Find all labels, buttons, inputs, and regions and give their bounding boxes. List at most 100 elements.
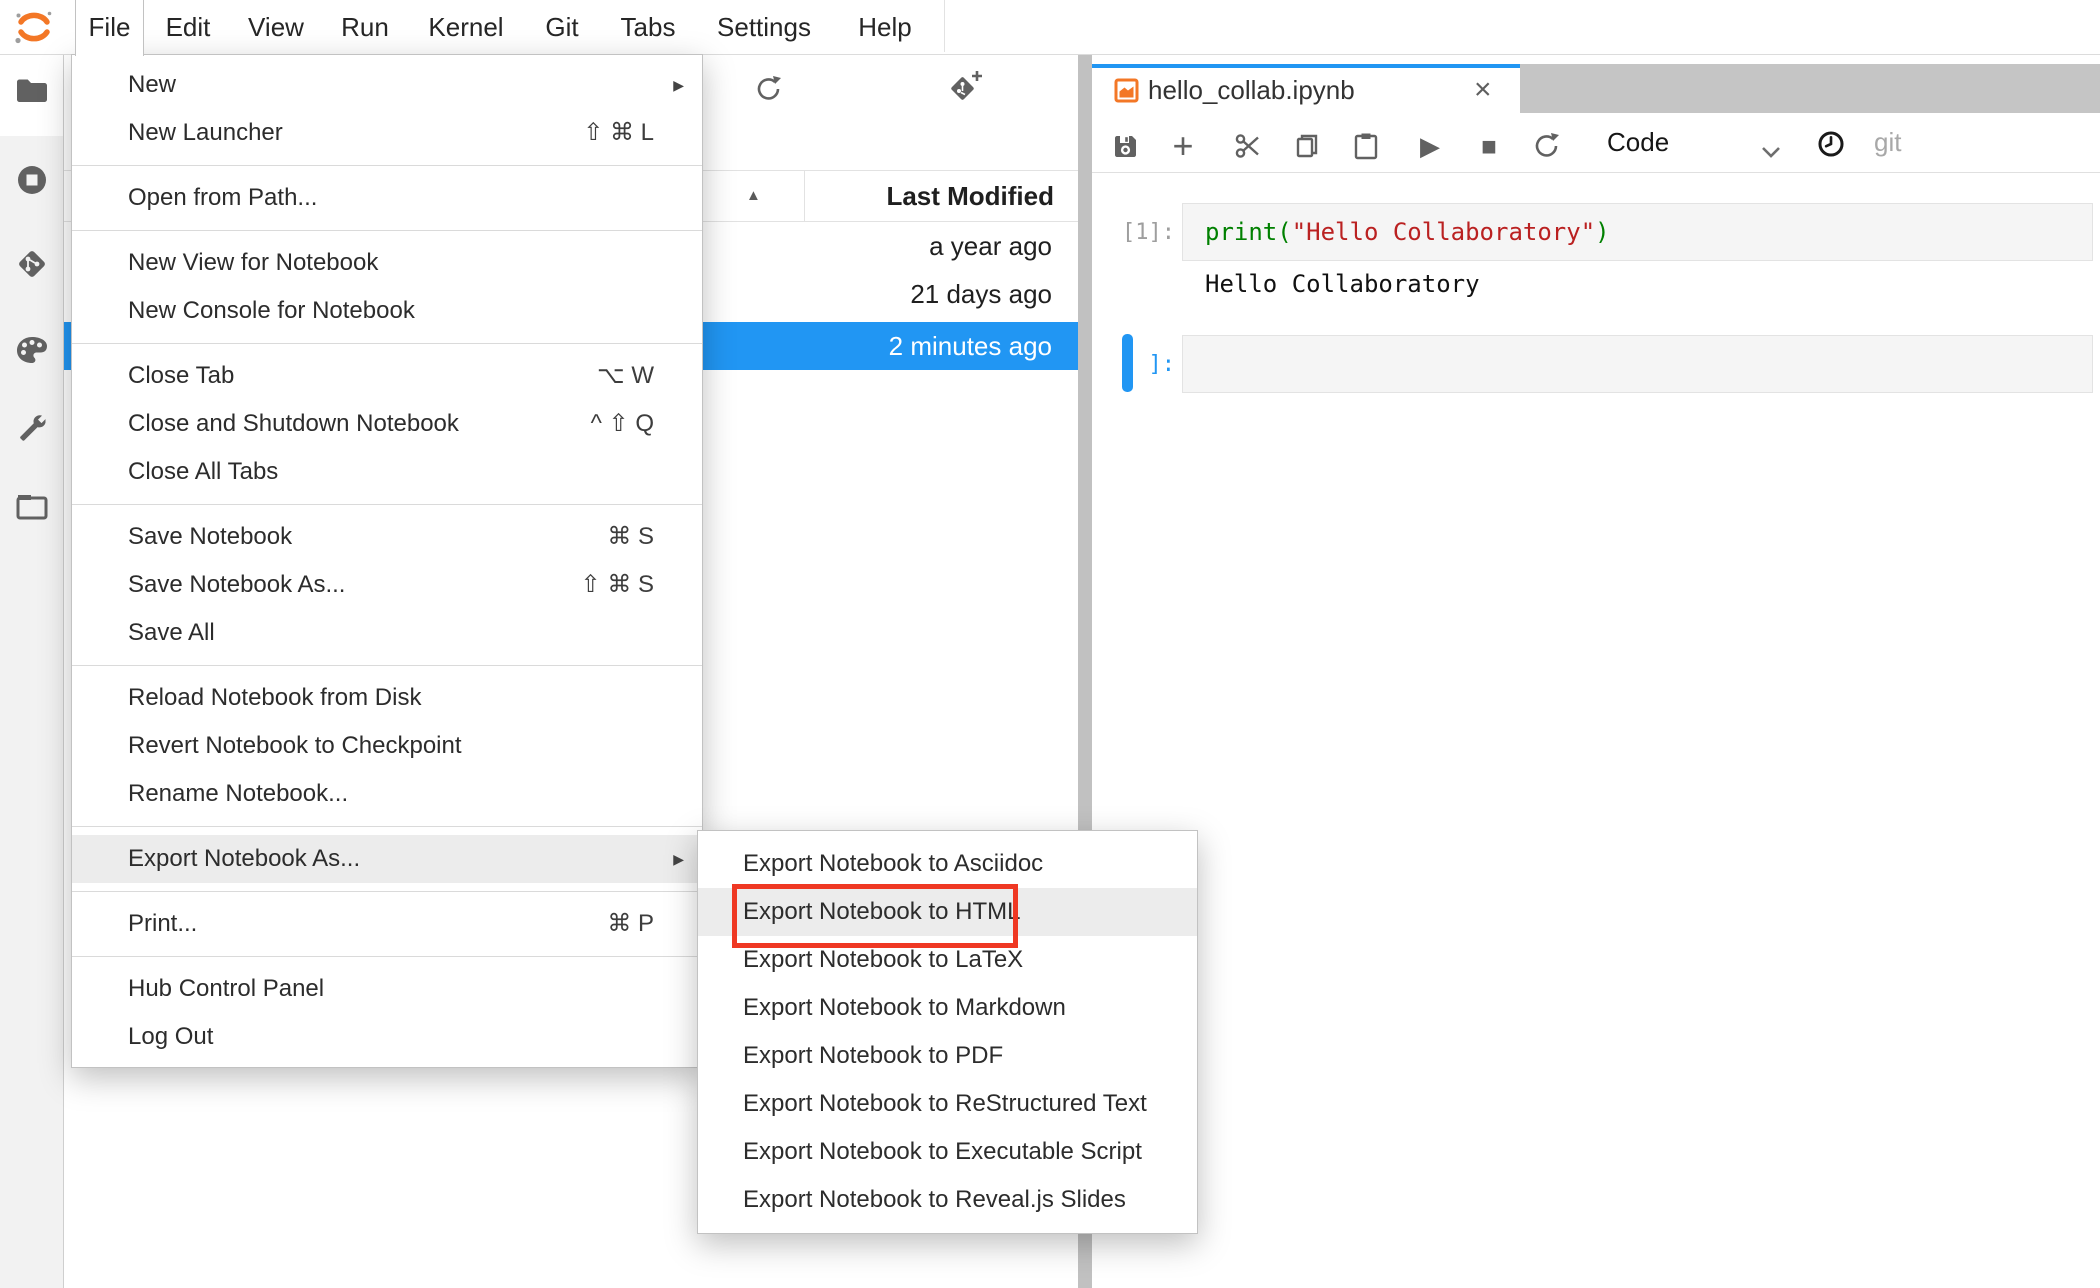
menu-item-label: New Console for Notebook (128, 297, 415, 324)
menu-help[interactable]: Help (858, 0, 911, 54)
menu-item-close-all-tabs[interactable]: Close All Tabs (72, 448, 702, 496)
menu-item-label: Close and Shutdown Notebook (128, 410, 459, 437)
menu-item-label: Hub Control Panel (128, 975, 324, 1002)
run-cell-icon[interactable]: ▶ (1415, 130, 1445, 162)
menu-item-print[interactable]: Print...⌘ P (72, 900, 702, 948)
git-status-label: git (1874, 113, 1901, 173)
submenu-arrow-icon: ▶ (673, 61, 684, 109)
menu-item-label: Save Notebook (128, 523, 292, 550)
menu-item-export-notebook-as[interactable]: Export Notebook As... ▶ (72, 835, 702, 883)
cell-execution-prompt: [1]: (1092, 203, 1175, 261)
empty-code-cell-input[interactable] (1182, 335, 2093, 393)
menu-shortcut: ⌘ P (607, 900, 654, 948)
restart-kernel-icon[interactable] (1532, 130, 1562, 162)
submenu-item-export-markdown[interactable]: Export Notebook to Markdown (698, 984, 1197, 1032)
notebook-tab[interactable]: hello_collab.ipynb × (1092, 64, 1520, 113)
stop-kernel-icon[interactable]: ■ (1474, 130, 1504, 162)
notebook-file-icon (1114, 78, 1139, 103)
refresh-file-list-icon[interactable] (754, 74, 784, 109)
menu-item-rename-notebook[interactable]: Rename Notebook... (72, 770, 702, 818)
code-cell-input[interactable]: print("Hello Collaboratory") (1182, 203, 2093, 261)
code-function: print (1205, 218, 1277, 246)
git-sidebar-icon[interactable] (0, 246, 63, 282)
command-palette-icon[interactable] (0, 335, 63, 365)
save-icon[interactable] (1110, 130, 1140, 162)
file-menu-dropdown: New▶ New Launcher⇧ ⌘ L Open from Path...… (71, 54, 703, 1068)
menu-item-label: Export Notebook As... (128, 845, 360, 872)
active-cell-collapser[interactable] (1122, 334, 1133, 392)
menu-item-new-view[interactable]: New View for Notebook (72, 239, 702, 287)
tab-bar-empty-area (1520, 64, 2100, 113)
submenu-item-export-revealjs-slides[interactable]: Export Notebook to Reveal.js Slides (698, 1176, 1197, 1224)
code-line: print("Hello Collaboratory") (1183, 204, 2092, 260)
menu-separator (72, 230, 702, 231)
menu-separator (72, 165, 702, 166)
jupyterhub-logo-icon (12, 5, 56, 49)
menu-item-label: New View for Notebook (128, 249, 378, 276)
menu-item-close-and-shutdown[interactable]: Close and Shutdown Notebook ^ ⇧ Q (72, 400, 702, 448)
annotation-highlight-box (732, 884, 1018, 948)
submenu-item-export-asciidoc[interactable]: Export Notebook to Asciidoc (698, 840, 1197, 888)
menu-shortcut: ⇧ ⌘ S (581, 561, 654, 609)
menu-separator (72, 956, 702, 957)
menu-item-log-out[interactable]: Log Out (72, 1013, 702, 1061)
menu-item-new-launcher[interactable]: New Launcher⇧ ⌘ L (72, 109, 702, 157)
menu-item-save-all[interactable]: Save All (72, 609, 702, 657)
menu-separator (72, 826, 702, 827)
sort-ascending-icon[interactable]: ▲ (746, 170, 761, 222)
copy-cells-icon[interactable] (1292, 130, 1322, 162)
submenu-item-export-restructured-text[interactable]: Export Notebook to ReStructured Text (698, 1080, 1197, 1128)
code-paren-close: ) (1595, 218, 1609, 246)
menu-git[interactable]: Git (545, 0, 578, 54)
property-inspector-icon[interactable] (0, 414, 63, 448)
menu-item-close-tab[interactable]: Close Tab⌥ W (72, 352, 702, 400)
tab-title: hello_collab.ipynb (1148, 68, 1355, 113)
menu-item-hub-control-panel[interactable]: Hub Control Panel (72, 965, 702, 1013)
running-kernels-icon[interactable] (0, 163, 63, 197)
add-cell-icon[interactable]: + (1168, 130, 1198, 162)
menu-item-new[interactable]: New▶ (72, 61, 702, 109)
menu-kernel[interactable]: Kernel (428, 0, 503, 54)
menu-settings[interactable]: Settings (717, 0, 811, 54)
left-sidebar (0, 54, 64, 1288)
cell-output-text: Hello Collaboratory (1205, 262, 1480, 306)
menu-shortcut: ⌘ S (607, 513, 654, 561)
cut-cells-icon[interactable] (1233, 130, 1263, 162)
menu-item-reload-notebook[interactable]: Reload Notebook from Disk (72, 674, 702, 722)
menu-shortcut: ⇧ ⌘ L (583, 109, 654, 157)
open-tabs-icon[interactable] (0, 492, 63, 522)
menu-view[interactable]: View (248, 0, 304, 54)
paste-cells-icon[interactable] (1351, 130, 1381, 162)
menu-item-label: Rename Notebook... (128, 780, 348, 807)
menu-item-open-from-path[interactable]: Open from Path... (72, 174, 702, 222)
menu-separator (72, 504, 702, 505)
submenu-item-export-pdf[interactable]: Export Notebook to PDF (698, 1032, 1197, 1080)
menu-item-label: Save All (128, 619, 215, 646)
tab-close-icon[interactable]: × (1474, 68, 1492, 113)
menu-separator (72, 891, 702, 892)
code-paren-open: ( (1277, 218, 1291, 246)
menu-item-save-notebook-as[interactable]: Save Notebook As... ⇧ ⌘ S (72, 561, 702, 609)
cell-type-dropdown[interactable]: Code (1607, 113, 1669, 173)
menu-item-label: Close Tab (128, 362, 234, 389)
file-browser-icon[interactable] (0, 77, 63, 105)
submenu-arrow-icon: ▶ (673, 835, 684, 883)
jupyterlab-window: Edit View Run Kernel Git Tabs Settings H… (0, 0, 2100, 1288)
menu-item-label: Reload Notebook from Disk (128, 684, 421, 711)
menu-shortcut: ^ ⇧ Q (591, 400, 654, 448)
history-clock-icon[interactable] (1816, 128, 1846, 160)
last-modified-header[interactable]: Last Modified (810, 170, 1054, 222)
menu-item-label: Revert Notebook to Checkpoint (128, 732, 462, 759)
menu-item-new-console[interactable]: New Console for Notebook (72, 287, 702, 335)
menu-item-revert-notebook[interactable]: Revert Notebook to Checkpoint (72, 722, 702, 770)
menu-item-label: Save Notebook As... (128, 571, 345, 598)
menu-run[interactable]: Run (341, 0, 389, 54)
git-clone-icon[interactable] (948, 70, 984, 109)
menu-edit[interactable]: Edit (166, 0, 211, 54)
menu-item-save-notebook[interactable]: Save Notebook ⌘ S (72, 513, 702, 561)
menu-file[interactable]: File (75, 0, 144, 56)
column-divider (804, 170, 805, 222)
menu-tabs[interactable]: Tabs (621, 0, 676, 54)
chevron-down-icon[interactable] (1756, 136, 1786, 168)
submenu-item-export-executable-script[interactable]: Export Notebook to Executable Script (698, 1128, 1197, 1176)
